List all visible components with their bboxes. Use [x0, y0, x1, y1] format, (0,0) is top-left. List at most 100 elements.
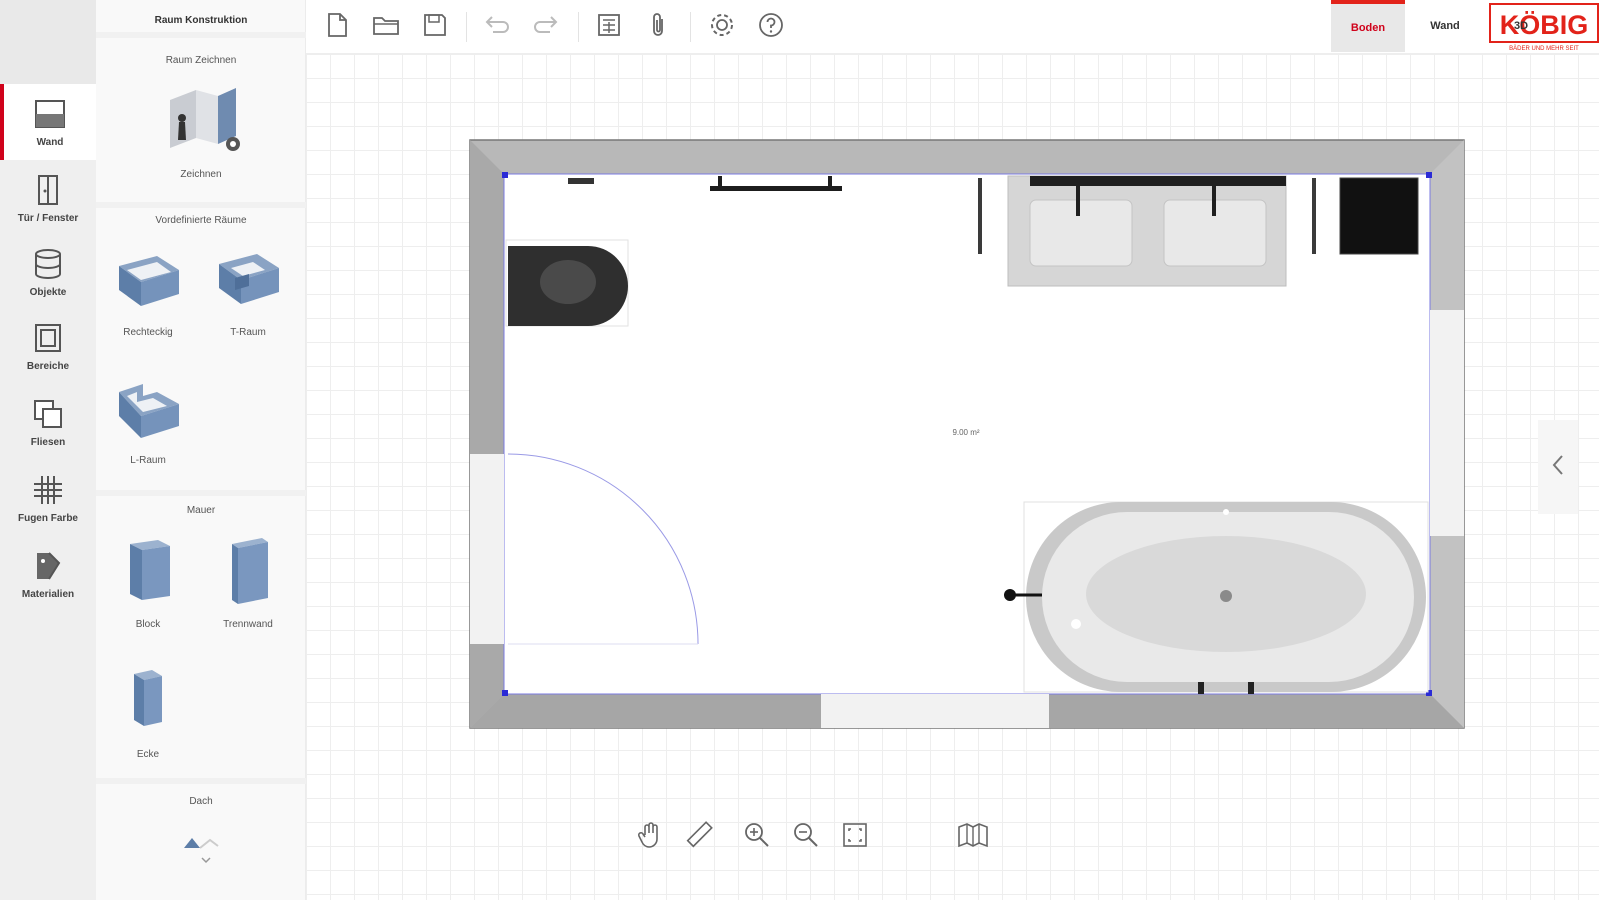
room-t-shape-label: T-Raum [230, 327, 266, 338]
draw-room-icon [156, 82, 246, 159]
attachment-icon [648, 11, 668, 44]
wall-block-tile[interactable]: Block [108, 534, 188, 630]
shower-fixture[interactable] [568, 178, 594, 184]
roof-tile[interactable] [166, 826, 236, 869]
section-predefined-title: Vordefinierte Räume [155, 215, 247, 226]
calculator-button[interactable] [592, 10, 626, 44]
open-folder-button[interactable] [369, 10, 403, 44]
room-area-label: 9.00 m² [952, 428, 979, 437]
wall-corner-label: Ecke [136, 749, 160, 760]
window-opening-right[interactable] [1430, 310, 1464, 536]
help-icon [757, 11, 785, 44]
redo-icon [532, 14, 560, 41]
door-opening[interactable] [470, 454, 504, 644]
room-l-shape-label: L-Raum [130, 455, 166, 466]
rail-item-label: Bereiche [26, 360, 70, 372]
door-window-icon [31, 173, 65, 207]
undo-icon [483, 14, 511, 41]
calculator-icon [596, 12, 622, 43]
open-right-panel-button[interactable] [1538, 420, 1578, 514]
rail-item-label: Tür / Fenster [17, 212, 79, 224]
rail-header [0, 0, 96, 84]
wall-icon [33, 97, 67, 131]
floor-plan-view-button[interactable] [956, 820, 990, 854]
rail-item-wand[interactable]: Wand [0, 84, 96, 160]
toolbar-separator [690, 12, 691, 42]
new-file-icon [325, 12, 349, 43]
toilet-object[interactable] [505, 239, 629, 327]
rail-item-materials[interactable]: Materialien [0, 536, 96, 612]
toolbar-separator [578, 12, 579, 42]
draw-room-label: Zeichnen [180, 169, 222, 180]
fit-screen-button[interactable] [838, 820, 872, 854]
section-roof-title: Dach [189, 796, 213, 807]
areas-icon [31, 321, 65, 355]
tab-boden[interactable]: Boden [1331, 0, 1405, 52]
tab-label: Wand [1430, 20, 1460, 32]
room-rectangular-icon [113, 248, 183, 317]
tab-3d[interactable]: 3D [1484, 0, 1558, 52]
attachment-button[interactable] [641, 10, 675, 44]
wall-partition-tile[interactable]: Trennwand [208, 534, 288, 630]
roof-icon [176, 826, 226, 869]
wall-block-label: Block [135, 619, 161, 630]
pan-hand-icon [637, 821, 663, 854]
rail-item-objects[interactable]: Objekte [0, 234, 96, 310]
measure-button[interactable] [682, 820, 716, 854]
rail-item-label: Objekte [29, 286, 67, 298]
tiles-icon [31, 397, 65, 431]
materials-icon [31, 549, 65, 583]
room-l-shape-icon [113, 376, 183, 445]
map-book-icon [957, 821, 989, 854]
help-button[interactable] [754, 10, 788, 44]
redo-button[interactable] [529, 10, 563, 44]
floor-plan-canvas[interactable]: 9.00 m² [306, 54, 1599, 900]
tab-wand[interactable]: Wand [1408, 0, 1482, 52]
objects-icon [31, 247, 65, 281]
zoom-out-button[interactable] [789, 820, 823, 854]
rail-item-label: Materialien [21, 588, 75, 600]
tab-label: Boden [1350, 22, 1386, 34]
save-icon [422, 12, 448, 43]
room-rectangular-tile[interactable]: Rechteckig [108, 248, 188, 338]
wall-corner-tile[interactable]: Ecke [108, 664, 188, 760]
new-file-button[interactable] [320, 10, 354, 44]
room-t-shape-icon [213, 248, 283, 317]
double-vanity-object[interactable] [978, 175, 1316, 287]
floor-plan: 9.00 m² [469, 139, 1465, 729]
section-draw-title: Raum Zeichnen [165, 55, 237, 66]
fit-screen-icon [841, 821, 869, 854]
left-icon-rail: Wand Tür / Fenster Objekte Bereiche Flie… [0, 0, 96, 900]
rail-item-tiles[interactable]: Fliesen [0, 384, 96, 460]
chevron-left-icon [1551, 453, 1565, 482]
window-opening-bottom[interactable] [821, 694, 1049, 728]
measure-ruler-icon [685, 820, 713, 854]
settings-button[interactable] [705, 10, 739, 44]
room-l-shape-tile[interactable]: L-Raum [108, 376, 188, 466]
rail-item-label: Fliesen [30, 436, 66, 448]
room-construction-panel: Raum Konstruktion Raum Zeichnen Zeichnen… [96, 0, 306, 900]
section-divider [96, 202, 306, 208]
wall-partition-icon [218, 534, 278, 609]
toolbar-separator [466, 12, 467, 42]
rail-item-grout-color[interactable]: Fugen Farbe [0, 460, 96, 536]
room-rectangular-label: Rechteckig [123, 327, 173, 338]
undo-button[interactable] [480, 10, 514, 44]
panel-title: Raum Konstruktion [154, 15, 248, 26]
save-button[interactable] [418, 10, 452, 44]
zoom-in-button[interactable] [740, 820, 774, 854]
open-folder-icon [372, 13, 400, 42]
room-t-shape-tile[interactable]: T-Raum [208, 248, 288, 338]
bathtub-object[interactable] [1004, 501, 1429, 694]
section-divider [96, 778, 306, 784]
rail-item-areas[interactable]: Bereiche [0, 308, 96, 384]
draw-room-tile[interactable]: Zeichnen [151, 82, 251, 180]
section-divider [96, 490, 306, 496]
wall-partition-label: Trennwand [223, 619, 273, 630]
tab-label: 3D [1513, 20, 1529, 32]
pan-button[interactable] [633, 820, 667, 854]
rail-item-door-window[interactable]: Tür / Fenster [0, 160, 96, 236]
settings-icon [708, 11, 736, 44]
top-toolbar: KÖBIG BÄDER UND MEHR SEIT Boden Wand 3D [306, 0, 1599, 54]
black-cabinet-object[interactable] [1339, 177, 1419, 255]
